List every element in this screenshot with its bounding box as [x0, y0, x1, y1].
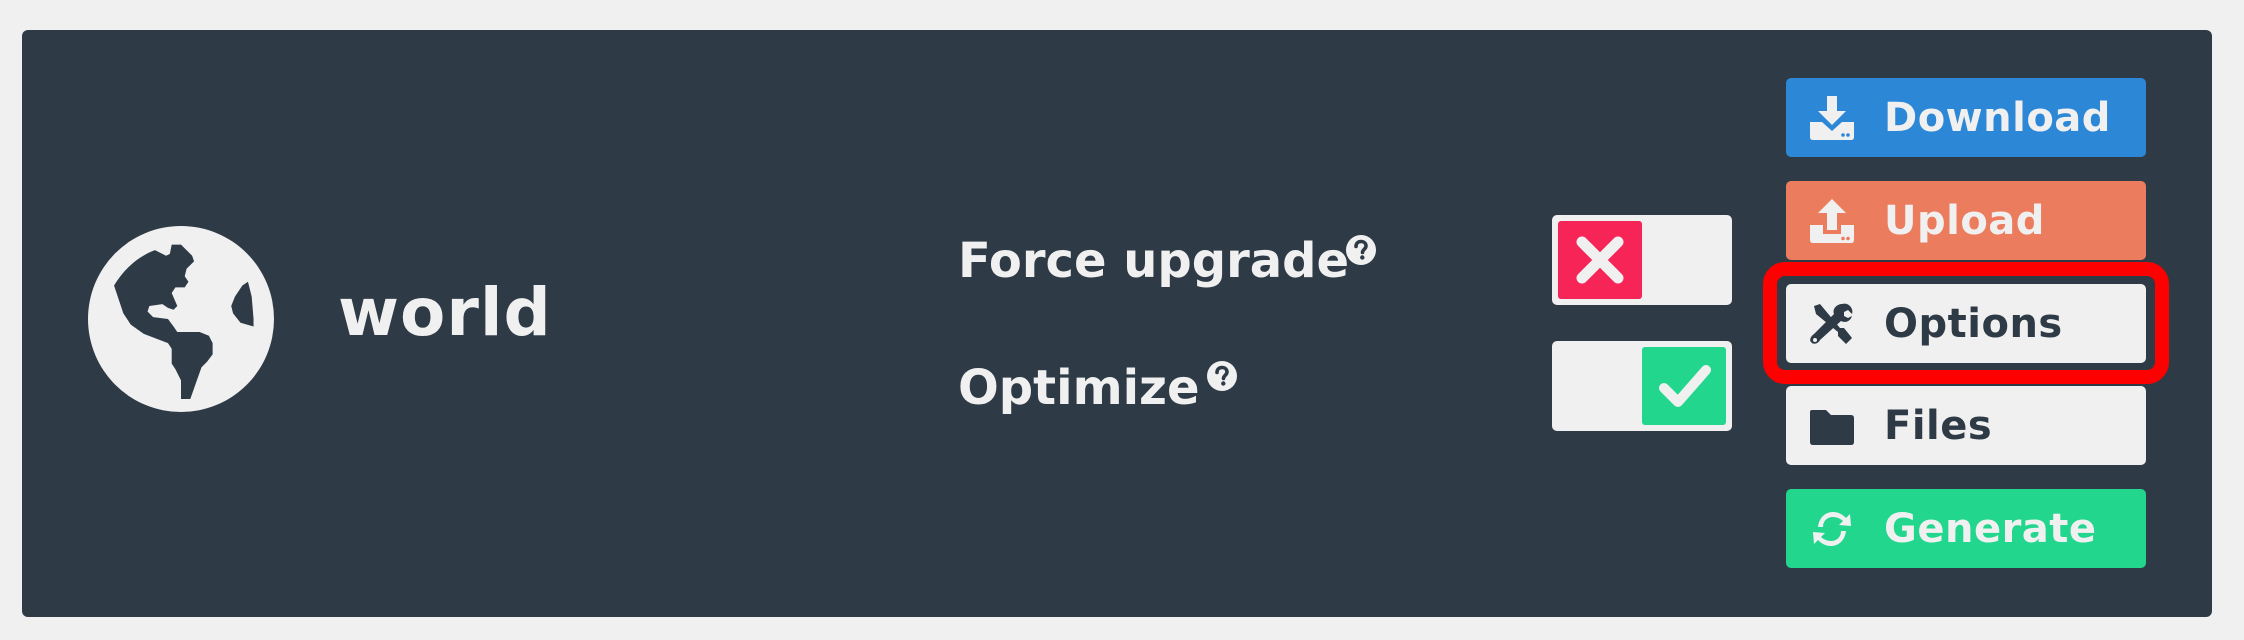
generate-button[interactable]: Generate — [1786, 489, 2146, 568]
question-circle-icon[interactable] — [1345, 234, 1377, 266]
tools-icon — [1810, 302, 1854, 346]
download-label: Download — [1884, 94, 2111, 141]
options-button[interactable]: Options — [1786, 284, 2146, 363]
download-button[interactable]: Download — [1786, 78, 2146, 157]
refresh-icon — [1810, 507, 1854, 551]
upload-label: Upload — [1884, 197, 2045, 244]
toggle-on-knob — [1642, 347, 1726, 425]
force-upgrade-label: Force upgrade — [958, 233, 1350, 289]
options-label: Options — [1884, 300, 2063, 347]
optimize-toggle[interactable] — [1552, 341, 1732, 431]
files-label: Files — [1884, 402, 1993, 449]
download-icon — [1810, 95, 1854, 140]
force-upgrade-toggle[interactable] — [1552, 215, 1732, 305]
folder-icon — [1810, 404, 1854, 448]
toggle-off-knob — [1558, 221, 1642, 299]
item-name: world — [338, 274, 552, 351]
generate-label: Generate — [1884, 505, 2097, 552]
x-icon — [1576, 236, 1624, 284]
files-button[interactable]: Files — [1786, 386, 2146, 465]
upload-button[interactable]: Upload — [1786, 181, 2146, 260]
question-circle-icon[interactable] — [1206, 360, 1238, 392]
upload-icon — [1810, 198, 1854, 243]
optimize-label: Optimize — [958, 360, 1200, 416]
globe-icon — [88, 226, 274, 412]
check-icon — [1659, 365, 1711, 407]
